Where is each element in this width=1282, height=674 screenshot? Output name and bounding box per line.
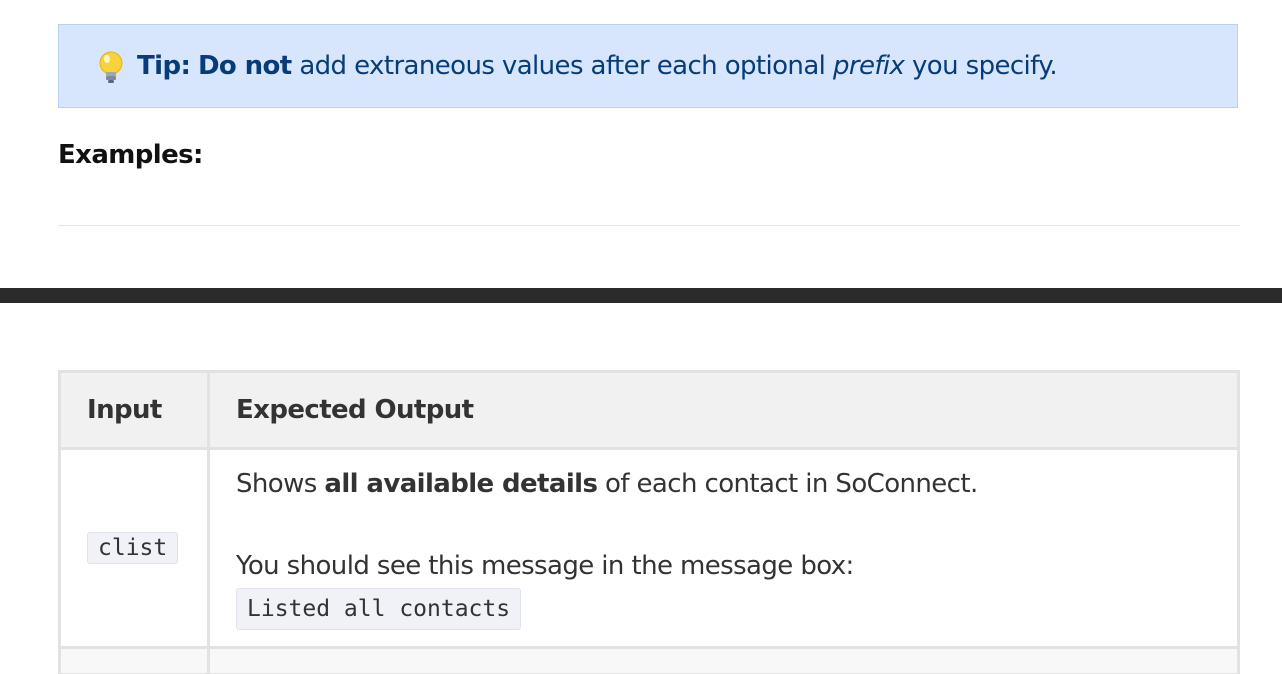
table-row: clist Shows all available details of eac… <box>58 447 1240 649</box>
output-emphasis: all available details <box>324 469 598 499</box>
input-command: clist <box>87 532 179 564</box>
tip-emphasis: Do not <box>197 51 292 81</box>
tip-term: prefix <box>832 51 905 81</box>
section-separator <box>0 288 1282 303</box>
table-header-input: Input <box>58 370 210 450</box>
output-cell <box>207 646 1240 674</box>
tip-text-after: you specify. <box>911 51 1058 81</box>
output-description: Shows all available details of each cont… <box>236 469 978 499</box>
documentation-page: Tip: Do not add extraneous values after … <box>0 0 1282 674</box>
message-intro: You should see this message in the messa… <box>236 551 854 581</box>
tip-text-before: add extraneous values after each optiona… <box>299 51 826 81</box>
examples-table: Input Expected Output clist Shows all av… <box>58 370 1240 674</box>
tip-label: Tip: <box>137 51 191 81</box>
lightbulb-icon <box>97 50 125 86</box>
table-header-expected-output: Expected Output <box>207 370 1240 450</box>
divider <box>58 225 1240 226</box>
tip-callout: Tip: Do not add extraneous values after … <box>58 24 1238 108</box>
table-header-row: Input Expected Output <box>58 370 1240 450</box>
expected-message: Listed all contacts <box>236 588 522 630</box>
output-cell: Shows all available details of each cont… <box>207 447 1240 649</box>
input-cell <box>58 646 210 674</box>
table-row <box>58 646 1240 674</box>
input-cell: clist <box>58 447 210 649</box>
examples-heading: Examples: <box>58 140 203 170</box>
